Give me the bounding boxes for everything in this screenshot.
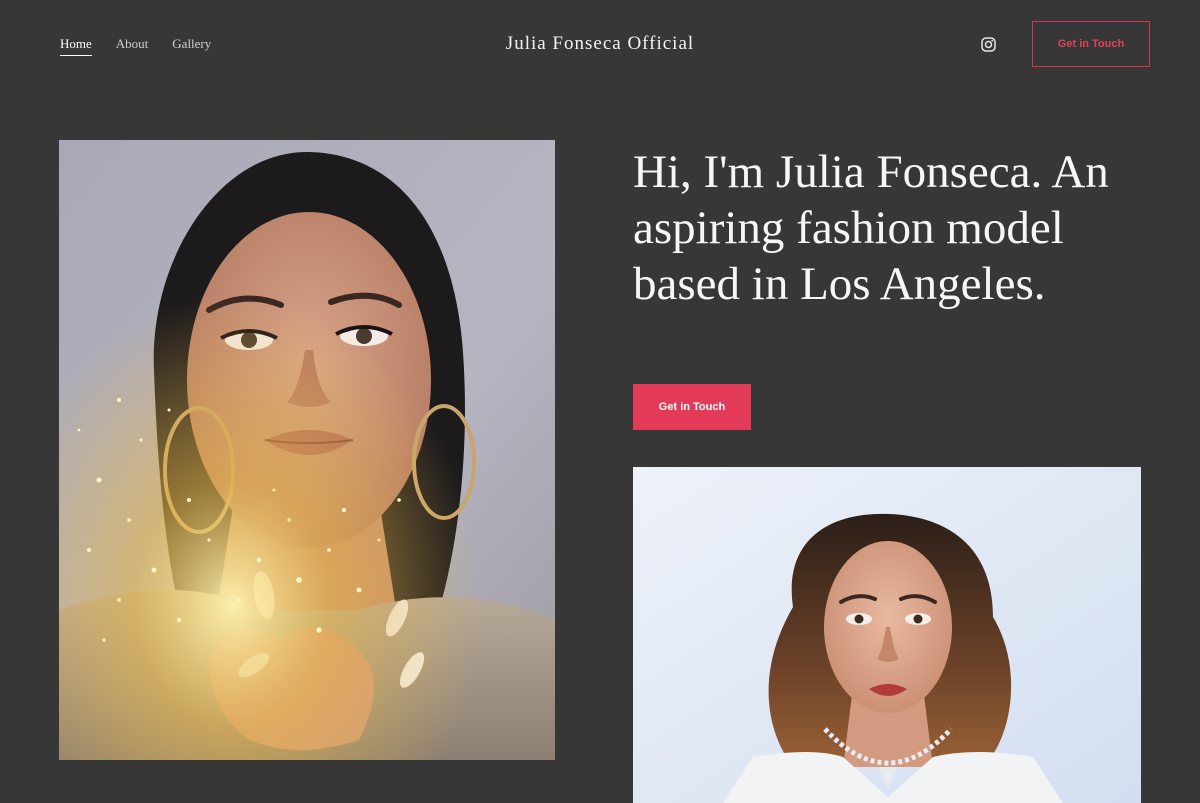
portrait-photo-necklace [633,467,1141,803]
nav-about[interactable]: About [116,36,149,56]
site-header: Home About Gallery Julia Fonseca Officia… [0,0,1200,92]
header-get-in-touch-button[interactable]: Get in Touch [1032,21,1150,67]
site-title[interactable]: Julia Fonseca Official [506,33,694,54]
main-nav: Home About Gallery [60,36,235,56]
nav-gallery[interactable]: Gallery [172,36,211,56]
hero-headline: Hi, I'm Julia Fonseca. An aspiring fashi… [633,146,1109,310]
nav-home[interactable]: Home [60,36,92,56]
portrait-photo-glitter [59,140,555,760]
hero-get-in-touch-button[interactable]: Get in Touch [633,384,751,430]
instagram-icon[interactable] [981,37,996,52]
